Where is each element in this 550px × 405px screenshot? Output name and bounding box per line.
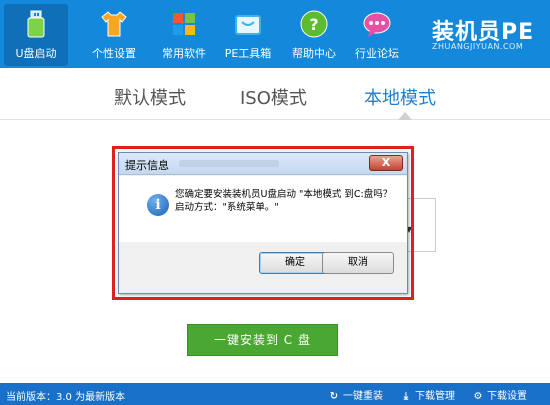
cancel-button[interactable]: 取消 bbox=[322, 252, 394, 274]
ok-button[interactable]: 确定 bbox=[259, 252, 331, 274]
svg-text:?: ? bbox=[309, 15, 318, 34]
mode-tabs: 默认模式 ISO模式 本地模式 bbox=[0, 68, 550, 120]
blurred-title-text bbox=[179, 160, 279, 167]
download-manager-label: 下载管理 bbox=[415, 391, 455, 402]
help-icon: ? bbox=[298, 8, 330, 40]
dialog-message-line: 您确定要安装装机员U盘启动 "本地模式 到C:盘吗？ bbox=[175, 189, 393, 200]
tab-local-mode[interactable]: 本地模式 bbox=[364, 84, 436, 110]
chat-icon bbox=[361, 8, 393, 40]
toolbar-label: 行业论坛 bbox=[355, 47, 399, 60]
version-text: 当前版本：3.0 为最新版本 bbox=[6, 392, 126, 403]
toolbar-label: PE工具箱 bbox=[224, 47, 272, 60]
top-toolbar: U盘启动 个性设置 常用软件 PE工具箱 ? 帮助中心 行业论坛 装机员PE Z… bbox=[0, 0, 550, 68]
toolbar-label: 帮助中心 bbox=[292, 47, 336, 60]
dialog-message-line: 启动方式："系统菜单。" bbox=[175, 202, 279, 213]
dialog-title: 提示信息 bbox=[125, 159, 169, 172]
toolbar-item-personalize[interactable]: 个性设置 bbox=[82, 4, 146, 66]
toolbar-item-usb-boot[interactable]: U盘启动 bbox=[4, 4, 68, 66]
tshirt-icon bbox=[98, 8, 130, 40]
info-icon: i bbox=[147, 194, 169, 216]
toolbar-label: U盘启动 bbox=[15, 47, 57, 60]
toolbar-label: 个性设置 bbox=[92, 47, 136, 60]
download-manager-link[interactable]: ⤓ 下载管理 bbox=[400, 387, 455, 402]
reinstall-label: 一键重装 bbox=[343, 391, 383, 402]
dialog-message: 您确定要安装装机员U盘启动 "本地模式 到C:盘吗？ 启动方式："系统菜单。" bbox=[175, 188, 403, 214]
toolbox-icon bbox=[232, 8, 264, 40]
toolbar-item-software[interactable]: 常用软件 bbox=[152, 4, 216, 66]
download-settings-link[interactable]: ⚙ 下载设置 bbox=[472, 387, 527, 402]
toolbar-item-help-center[interactable]: ? 帮助中心 bbox=[282, 4, 346, 66]
usb-icon bbox=[20, 8, 52, 40]
status-bar: 当前版本：3.0 为最新版本 ↻ 一键重装 ⤓ 下载管理 ⚙ 下载设置 bbox=[0, 383, 550, 405]
install-to-c-button[interactable]: 一键安装到 C 盘 bbox=[187, 324, 338, 356]
windows-tiles-icon bbox=[168, 8, 200, 40]
download-icon: ⤓ bbox=[403, 391, 409, 402]
tab-iso-mode[interactable]: ISO模式 bbox=[240, 84, 307, 110]
reinstall-link[interactable]: ↻ 一键重装 bbox=[328, 387, 383, 402]
toolbar-label: 常用软件 bbox=[162, 47, 206, 60]
toolbar-item-pe-toolbox[interactable]: PE工具箱 bbox=[216, 4, 280, 66]
brand-url: ZHUANGJIYUAN.COM bbox=[432, 42, 524, 51]
confirm-dialog: 提示信息 X i 您确定要安装装机员U盘启动 "本地模式 到C:盘吗？ 启动方式… bbox=[118, 152, 408, 294]
dialog-titlebar[interactable]: 提示信息 X bbox=[119, 153, 407, 175]
active-tab-indicator bbox=[398, 112, 412, 120]
gear-icon: ⚙ bbox=[473, 391, 483, 402]
toolbar-item-forum[interactable]: 行业论坛 bbox=[345, 4, 409, 66]
refresh-icon: ↻ bbox=[329, 391, 339, 402]
tab-default-mode[interactable]: 默认模式 bbox=[114, 84, 186, 110]
download-settings-label: 下载设置 bbox=[487, 391, 527, 402]
dialog-body: i 您确定要安装装机员U盘启动 "本地模式 到C:盘吗？ 启动方式："系统菜单。… bbox=[119, 176, 407, 242]
close-button[interactable]: X bbox=[369, 155, 403, 171]
